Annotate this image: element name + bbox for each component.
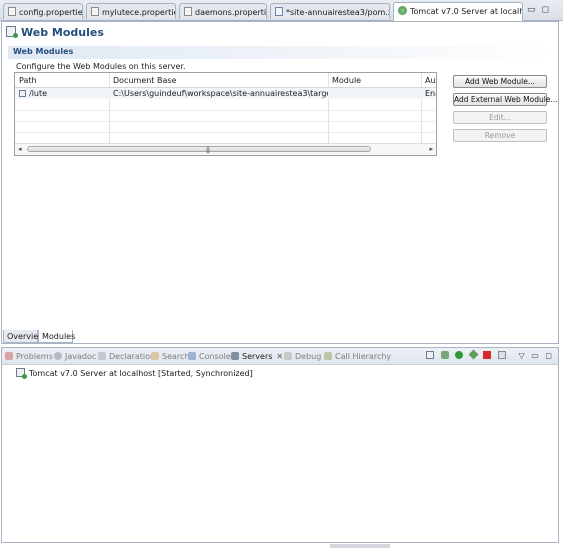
web-modules-table[interactable]: Path Document Base Module Aut /lute C:\U… (14, 72, 437, 156)
view-tab-bar: Problems Javadoc Declaration Search Cons… (2, 348, 558, 365)
tab-label: Tomcat v7.0 Server at localhost (410, 7, 522, 16)
cell-path: /lute (15, 89, 109, 98)
call-hierarchy-icon (324, 352, 332, 360)
page-title: Web Modules (6, 26, 104, 40)
add-web-module-button[interactable]: Add Web Module... (453, 75, 547, 88)
tab-javadoc[interactable]: Javadoc (54, 352, 96, 361)
tab-label: daemons.properties (195, 8, 267, 17)
section-title: Web Modules (8, 46, 557, 59)
xml-file-icon (275, 7, 283, 16)
status-bar-fragment (330, 544, 390, 548)
properties-file-icon (184, 7, 192, 16)
cell-document-base: C:\Users\guindeuf\workspace\site-annuair… (113, 89, 328, 98)
tab-overview[interactable]: Overview (3, 330, 45, 343)
column-divider (109, 73, 110, 145)
servers-toolbar: ▽ ▭ ◻ (422, 349, 552, 361)
new-server-icon[interactable] (426, 351, 435, 359)
tab-label: *site-annuairestea3/pom.xml (286, 8, 389, 17)
tab-call-hierarchy[interactable]: Call Hierarchy (324, 352, 391, 361)
server-entry-label: Tomcat v7.0 Server at localhost [Started… (29, 369, 253, 378)
column-header-module[interactable]: Module (328, 76, 361, 85)
tomcat-server-icon (16, 368, 27, 379)
row-divider (15, 132, 436, 133)
problems-icon (5, 352, 13, 360)
add-external-web-module-button[interactable]: Add External Web Module... (453, 93, 558, 106)
server-tree-item[interactable]: Tomcat v7.0 Server at localhost [Started… (16, 368, 253, 379)
column-divider (421, 73, 422, 145)
editor-tab-bar: config.properties mylutece.properties da… (0, 0, 563, 21)
scrollbar-thumb[interactable]: ||| (27, 146, 371, 154)
section-description: Configure the Web Modules on this server… (16, 62, 186, 71)
server-editor: Web Modules Web Modules Configure the We… (1, 21, 559, 344)
column-header-document-base[interactable]: Document Base (109, 76, 176, 85)
row-divider (15, 110, 436, 111)
maximize-icon[interactable]: ◻ (542, 5, 555, 15)
tab-config-properties[interactable]: config.properties (3, 3, 83, 19)
properties-file-icon (91, 7, 99, 16)
tomcat-server-icon (398, 6, 407, 15)
servers-icon (231, 352, 239, 360)
debug-server-icon[interactable] (440, 351, 449, 359)
console-icon (188, 352, 196, 360)
tab-console[interactable]: Console (188, 352, 231, 361)
javadoc-icon (54, 352, 62, 360)
column-header-auto-reload[interactable]: Aut (421, 76, 436, 85)
tab-servers[interactable]: Servers ✕ (231, 352, 283, 361)
tab-pom-xml[interactable]: *site-annuairestea3/pom.xml (270, 3, 390, 19)
close-icon[interactable]: ✕ (276, 352, 283, 361)
start-server-icon[interactable] (455, 351, 464, 359)
minimize-icon[interactable]: ▭ (527, 5, 542, 15)
window-controls: ▭◻ (527, 5, 555, 15)
table-header: Path Document Base Module Aut (15, 73, 436, 88)
tab-modules[interactable]: Modules (38, 330, 75, 343)
table-row[interactable]: /lute C:\Users\guindeuf\workspace\site-a… (15, 88, 436, 99)
properties-file-icon (8, 7, 16, 16)
debug-icon (284, 352, 292, 360)
stop-server-icon[interactable] (483, 351, 492, 359)
tab-label: mylutece.properties (102, 8, 176, 17)
column-header-path[interactable]: Path (15, 76, 37, 85)
search-icon (151, 352, 159, 360)
tab-declaration[interactable]: Declaration (98, 352, 155, 361)
web-module-icon (19, 90, 26, 97)
horizontal-scrollbar[interactable]: ◂ ||| ▸ (15, 143, 436, 155)
column-divider (328, 73, 329, 145)
tab-problems[interactable]: Problems (5, 352, 53, 361)
view-menu-icon[interactable]: ▽ (519, 351, 525, 360)
tab-label: config.properties (19, 8, 83, 17)
declaration-icon (98, 352, 106, 360)
servers-view-panel: Problems Javadoc Declaration Search Cons… (1, 347, 559, 543)
publish-server-icon[interactable] (498, 351, 506, 359)
tab-daemons-properties[interactable]: daemons.properties (179, 3, 267, 19)
tab-mylutece-properties[interactable]: mylutece.properties (86, 3, 176, 19)
tab-debug[interactable]: Debug (284, 352, 321, 361)
tab-tomcat-server[interactable]: Tomcat v7.0 Server at localhost✕ (393, 2, 523, 21)
scrollbar-grip: ||| (206, 147, 210, 154)
minimize-icon[interactable]: ▭ (531, 351, 539, 360)
maximize-icon[interactable]: ◻ (545, 351, 552, 360)
scroll-right-icon[interactable]: ▸ (429, 145, 433, 153)
row-divider (15, 121, 436, 122)
web-modules-icon (6, 26, 18, 38)
cell-auto-reload: Ena (425, 89, 436, 98)
edit-button[interactable]: Edit... (453, 111, 547, 124)
scroll-left-icon[interactable]: ◂ (18, 145, 22, 153)
tab-search[interactable]: Search (151, 352, 189, 361)
profile-server-icon[interactable] (468, 349, 479, 360)
remove-button[interactable]: Remove (453, 129, 547, 142)
